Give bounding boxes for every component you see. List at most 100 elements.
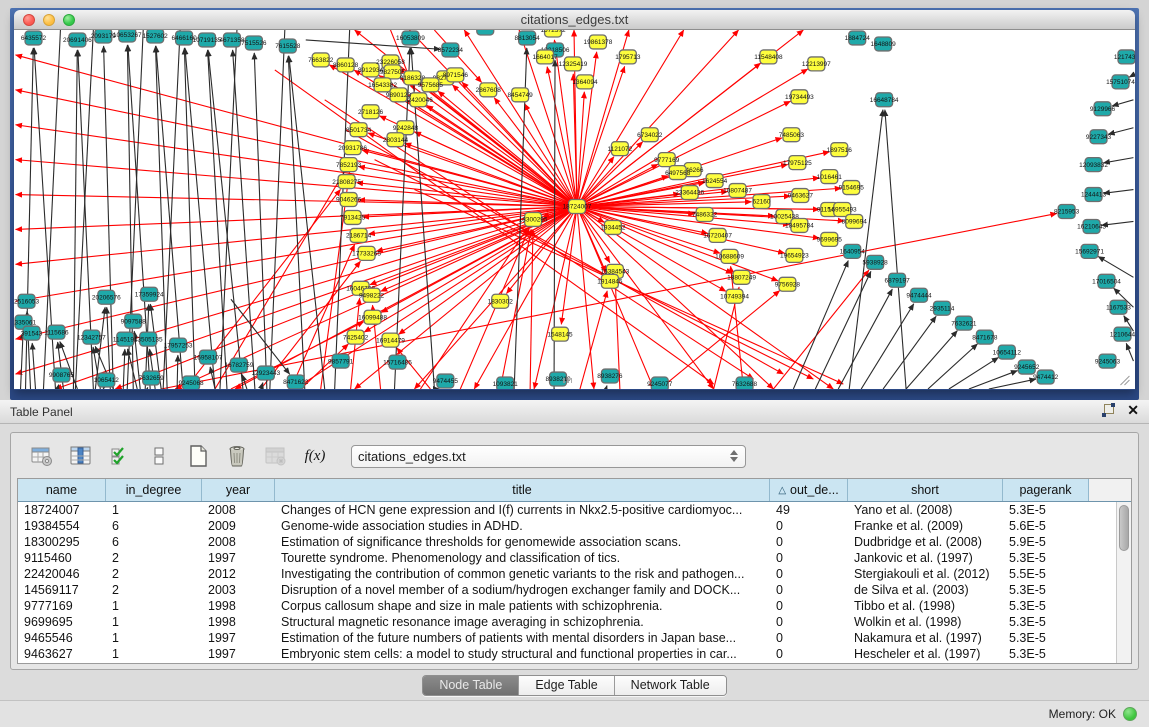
table-cell[interactable]: 2 [106,566,202,582]
table-cell[interactable]: Estimation of significance thresholds fo… [275,534,770,550]
network-canvas-svg[interactable]: 6435572206914062093179106532671527602646… [14,30,1135,389]
canvas-resize-grip[interactable] [1120,376,1129,385]
table-selector-dropdown[interactable]: citations_edges.txt [351,445,746,468]
table-cell[interactable]: 5.3E-5 [1003,614,1089,630]
table-cell[interactable]: 1998 [202,614,275,630]
table-row[interactable]: 977716911998Corpus callosum shape and si… [18,598,1131,614]
table-cell[interactable]: Structural magnetic resonance image aver… [275,614,770,630]
delete-trash-icon[interactable] [224,443,250,469]
table-cell[interactable]: 0 [770,630,848,646]
table-cell[interactable]: 2003 [202,582,275,598]
table-settings-icon[interactable] [29,443,55,469]
table-cell[interactable]: 18300295 [18,534,106,550]
table-cell[interactable]: Disruption of a novel member of a sodium… [275,582,770,598]
table-cell[interactable]: Genome-wide association studies in ADHD. [275,518,770,534]
table-row[interactable]: 1830029562008Estimation of significance … [18,534,1131,550]
table-cell[interactable]: 9115460 [18,550,106,566]
panel-divider-grip[interactable] [563,378,572,383]
table-cell[interactable]: 9465546 [18,630,106,646]
table-row[interactable]: 946362711997Embryonic stem cells: a mode… [18,646,1131,662]
float-panel-icon[interactable] [1102,404,1115,417]
column-header-title[interactable]: title [275,479,770,501]
tab-network-table[interactable]: Network Table [615,676,726,695]
table-row[interactable]: 2242004622012Investigating the contribut… [18,566,1131,582]
table-cell[interactable]: 6 [106,518,202,534]
table-cell[interactable]: Estimation of the future numbers of pati… [275,630,770,646]
table-cell[interactable]: Corpus callosum shape and size in male p… [275,598,770,614]
table-cell[interactable]: 5.3E-5 [1003,598,1089,614]
table-scrollbar[interactable] [1116,502,1131,663]
tab-node-table[interactable]: Node Table [423,676,519,695]
table-cell[interactable]: de Silva et al. (2003) [848,582,1003,598]
table-cell[interactable]: 5.3E-5 [1003,630,1089,646]
table-cell[interactable]: 1997 [202,630,275,646]
table-row[interactable]: 1938455462009Genome-wide association stu… [18,518,1131,534]
table-cell[interactable]: Wolkin et al. (1998) [848,614,1003,630]
split-panel-icon[interactable] [146,443,172,469]
table-row[interactable]: 946554611997Estimation of the future num… [18,630,1131,646]
table-cell[interactable]: 1 [106,502,202,518]
table-row[interactable]: 911546021997Tourette syndrome. Phenomeno… [18,550,1131,566]
table-cell[interactable]: Nakamura et al. (1997) [848,630,1003,646]
table-cell[interactable]: 5.3E-5 [1003,582,1089,598]
table-cell[interactable]: 0 [770,646,848,662]
table-cell[interactable]: 5.3E-5 [1003,646,1089,662]
column-header-in-degree[interactable]: in_degree [106,479,202,501]
table-cell[interactable]: 2008 [202,502,275,518]
table-cell[interactable]: 1 [106,646,202,662]
function-builder-icon[interactable]: f(x) [302,443,328,469]
table-cell[interactable]: 1998 [202,598,275,614]
table-cell[interactable]: 49 [770,502,848,518]
table-cell[interactable]: 0 [770,566,848,582]
table-cell[interactable]: 22420046 [18,566,106,582]
table-row[interactable]: 969969511998Structural magnetic resonanc… [18,614,1131,630]
table-cell[interactable]: Jankovic et al. (1997) [848,550,1003,566]
network-window-titlebar[interactable]: citations_edges.txt [14,10,1135,30]
table-cell[interactable]: 19384554 [18,518,106,534]
table-cell[interactable]: 1 [106,630,202,646]
table-cell[interactable]: 5.3E-5 [1003,502,1089,518]
column-header-name[interactable]: name [18,479,106,501]
table-cell[interactable]: 9777169 [18,598,106,614]
close-panel-icon[interactable]: ✕ [1127,404,1139,417]
table-cell[interactable]: Embryonic stem cells: a model to study s… [275,646,770,662]
table-cell[interactable]: Investigating the contribution of common… [275,566,770,582]
table-cell[interactable]: 9699695 [18,614,106,630]
tab-edge-table[interactable]: Edge Table [519,676,614,695]
memory-status-icon[interactable] [1123,707,1137,721]
table-cell[interactable]: 14569117 [18,582,106,598]
column-header-out-de-[interactable]: △out_de... [770,479,848,501]
network-canvas[interactable]: 6435572206914062093179106532671527602646… [14,30,1135,389]
table-cell[interactable]: 2 [106,582,202,598]
table-cell[interactable]: Hescheler et al. (1997) [848,646,1003,662]
import-table-disabled-icon[interactable] [263,443,289,469]
select-rows-icon[interactable] [107,443,133,469]
table-cell[interactable]: 0 [770,518,848,534]
table-cell[interactable]: 1997 [202,550,275,566]
close-window-icon[interactable] [23,14,35,26]
table-cell[interactable]: 18724007 [18,502,106,518]
table-cell[interactable]: 5.5E-5 [1003,566,1089,582]
table-row[interactable]: 1456911722003Disruption of a novel membe… [18,582,1131,598]
table-cell[interactable]: 2 [106,550,202,566]
table-cell[interactable]: 5.9E-5 [1003,534,1089,550]
table-cell[interactable]: 0 [770,550,848,566]
table-cell[interactable]: Changes of HCN gene expression and I(f) … [275,502,770,518]
table-cell[interactable]: Dudbridge et al. (2008) [848,534,1003,550]
column-header-short[interactable]: short [848,479,1003,501]
table-cell[interactable]: 0 [770,582,848,598]
table-cell[interactable]: 9463627 [18,646,106,662]
scrollbar-thumb[interactable] [1119,505,1129,551]
zoom-window-icon[interactable] [63,14,75,26]
table-cell[interactable]: 2009 [202,518,275,534]
table-cell[interactable]: 1 [106,614,202,630]
table-cell[interactable]: 0 [770,598,848,614]
column-header-year[interactable]: year [202,479,275,501]
table-cell[interactable]: 0 [770,614,848,630]
column-edit-icon[interactable] [68,443,94,469]
table-cell[interactable]: Stergiakouli et al. (2012) [848,566,1003,582]
new-document-icon[interactable] [185,443,211,469]
table-cell[interactable]: 1997 [202,646,275,662]
column-header-pagerank[interactable]: pagerank [1003,479,1089,501]
table-cell[interactable]: Tourette syndrome. Phenomenology and cla… [275,550,770,566]
